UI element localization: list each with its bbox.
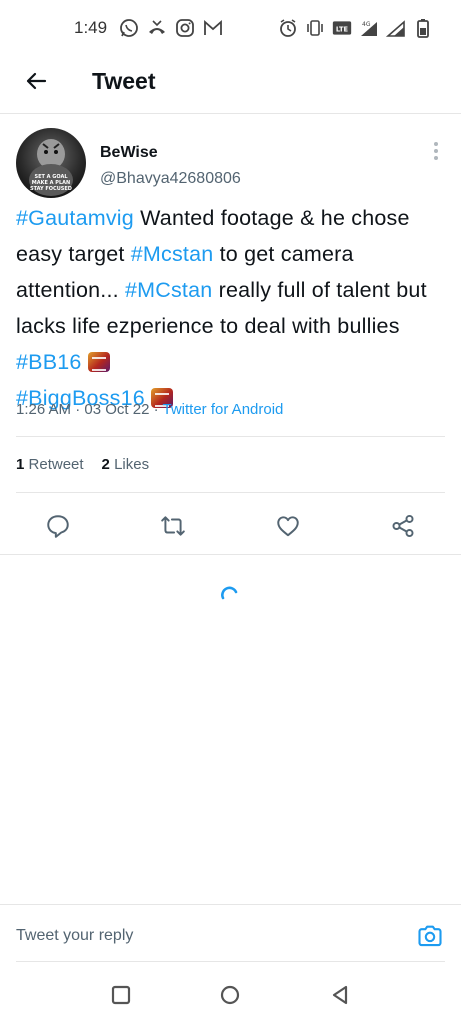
likes-label: Likes	[114, 456, 150, 473]
recent-apps-icon[interactable]	[110, 984, 132, 1006]
tweet-header: SET A GOAL MAKE A PLAN STAY FOCUSED BeWi…	[16, 128, 445, 198]
tweet-actions	[0, 505, 461, 545]
home-icon[interactable]	[219, 984, 241, 1006]
camera-icon	[418, 925, 442, 947]
likes-stat[interactable]: 2 Likes	[102, 456, 150, 473]
svg-text:LTE: LTE	[336, 25, 349, 33]
signal-4g-icon: 4G	[361, 21, 377, 36]
retweets-count: 1	[16, 456, 25, 473]
share-icon	[392, 514, 414, 538]
avatar-text: SET A GOAL MAKE A PLAN STAY FOCUSED	[30, 174, 72, 192]
tweet-source-link[interactable]: Twitter for Android	[163, 401, 284, 418]
volte-icon: LTE	[332, 21, 352, 35]
hashtag-bb16[interactable]: #BB16	[16, 350, 82, 374]
more-dot-icon	[434, 156, 438, 160]
back-button[interactable]	[16, 61, 56, 101]
like-button[interactable]	[273, 511, 303, 541]
back-arrow-icon	[26, 72, 47, 90]
tweet-stats: 1 Retweet 2 Likes	[16, 456, 149, 473]
likes-count: 2	[101, 456, 110, 473]
vibrate-icon	[307, 20, 323, 36]
divider	[16, 961, 445, 962]
more-dot-icon	[434, 149, 438, 153]
reply-icon	[47, 515, 69, 538]
divider	[16, 436, 445, 437]
more-dot-icon	[434, 142, 438, 146]
share-button[interactable]	[388, 511, 418, 541]
biggboss-emoji-icon	[87, 352, 110, 372]
svg-text:4G: 4G	[362, 21, 371, 28]
divider	[16, 492, 445, 493]
battery-icon	[417, 19, 429, 38]
tweet-meta: 1:26 AM · 03 Oct 22 · Twitter for Androi…	[16, 401, 284, 418]
hashtag-gautamvig[interactable]: #Gautamvig	[16, 206, 134, 230]
divider	[0, 113, 461, 114]
reply-input[interactable]	[16, 927, 356, 945]
status-time: 1:49	[74, 18, 108, 37]
tweet-time: 1:26 AM	[16, 401, 72, 418]
more-options-button[interactable]	[431, 142, 441, 164]
alarm-icon	[280, 19, 296, 37]
retweet-button[interactable]	[158, 511, 188, 541]
system-nav-bar	[0, 964, 461, 1024]
camera-button[interactable]	[416, 922, 444, 950]
reply-button[interactable]	[43, 511, 73, 541]
loading-spinner-icon	[221, 586, 238, 600]
whatsapp-icon	[120, 19, 138, 37]
retweet-icon	[161, 516, 185, 536]
retweets-stat[interactable]: 1 Retweet	[16, 456, 84, 473]
tweet-date: 03 Oct 22	[84, 401, 150, 418]
hashtag-mcstan[interactable]: #Mcstan	[131, 242, 214, 266]
tweet-text: #Gautamvig Wanted footage & he chose eas…	[16, 200, 446, 416]
retweets-label: Retweet	[28, 456, 84, 473]
back-nav-icon[interactable]	[329, 984, 351, 1006]
instagram-icon	[176, 19, 194, 37]
author-name[interactable]: BeWise	[100, 144, 158, 162]
hashtag-mcstan-2[interactable]: #MCstan	[125, 278, 212, 302]
signal-icon	[386, 20, 405, 37]
gmail-icon	[204, 20, 222, 35]
divider	[0, 554, 461, 555]
app-bar: Tweet	[0, 56, 461, 106]
avatar[interactable]: SET A GOAL MAKE A PLAN STAY FOCUSED	[16, 128, 86, 198]
like-icon	[277, 516, 299, 537]
page-title: Tweet	[92, 67, 156, 94]
reply-bar	[0, 904, 461, 964]
status-bar: 1:49 LTE 4G	[0, 0, 461, 56]
missed-call-icon	[149, 20, 166, 34]
author-handle[interactable]: @Bhavya42680806	[100, 170, 241, 188]
